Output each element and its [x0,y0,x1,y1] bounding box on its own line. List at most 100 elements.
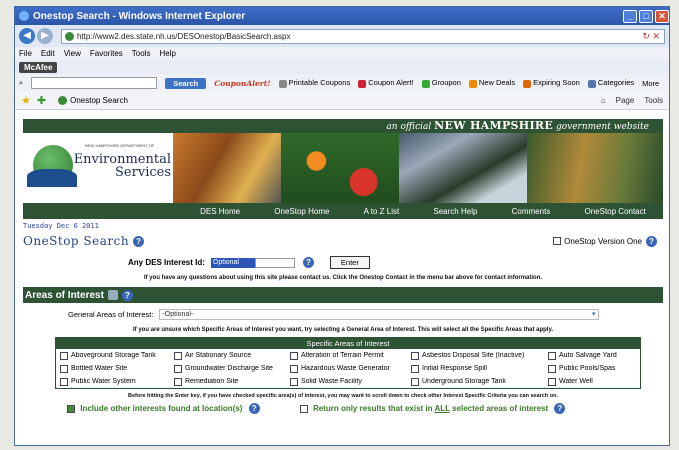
area-checkbox[interactable]: Groundwater Discharge Site [174,364,290,373]
enter-button[interactable]: Enter [329,256,370,269]
back-icon[interactable]: ◀ [19,28,35,44]
nav-des-home[interactable]: DES Home [200,207,240,216]
maximize-button[interactable]: □ [639,9,653,23]
menu-help[interactable]: Help [159,49,175,58]
help-icon[interactable]: ? [133,235,145,247]
help-icon[interactable]: ? [646,235,657,247]
forward-icon[interactable]: ▶ [37,28,53,44]
more-item[interactable]: More [642,79,659,88]
page-icon [65,31,74,41]
address-url: http://www2.des.state.nh.us/DESOnestop/B… [77,31,291,41]
nav-comments[interactable]: Comments [512,207,551,216]
return-only-checkbox[interactable] [299,404,308,413]
tools-menu[interactable]: Tools [644,96,663,105]
area-checkbox[interactable]: Underground Storage Tank [411,377,548,386]
general-areas-select[interactable]: -Optional- ▾ [159,309,600,320]
expiring-soon-item[interactable]: Expiring Soon [523,78,580,88]
include-other-option[interactable]: Include other interests found at locatio… [67,403,260,414]
page-icon [58,96,68,105]
logo-small-text: NEW HAMPSHIRE DEPARTMENT OF [85,143,155,148]
menu-bar: File Edit View Favorites Tools Help [15,47,669,60]
areas-of-interest-bar: Areas of Interest ? [23,287,663,303]
interest-id-box[interactable] [254,257,295,268]
menu-file[interactable]: File [19,49,32,58]
deals-icon [468,79,477,88]
area-checkbox[interactable]: Hazardous Waste Generator [290,364,411,373]
menu-edit[interactable]: Edit [41,49,55,58]
area-checkbox[interactable]: Asbestos Disposal Site (Inactive) [411,351,548,360]
search-options-row: Include other interests found at locatio… [67,403,663,414]
groupon-item[interactable]: Groupon [421,78,461,88]
categories-item[interactable]: Categories [587,78,634,88]
new-deals-item[interactable]: New Deals [468,78,515,88]
mcafee-button[interactable]: McAfee [19,61,58,73]
close-button[interactable]: ✕ [655,9,669,23]
current-date: Tuesday Dec 6 2011 [23,222,99,230]
nav-onestop-home[interactable]: OneStop Home [274,207,329,216]
area-checkbox[interactable]: Solid Waste Facility [290,377,411,386]
coupon-alert-item[interactable]: Coupon Alert! [358,78,414,88]
menu-favorites[interactable]: Favorites [90,49,123,58]
areas-title: Areas of Interest [25,289,104,301]
favorites-star-icon[interactable]: ★ [21,94,31,107]
return-only-option[interactable]: Return only results that exist in ALL se… [299,403,566,414]
toolbar-search-input[interactable] [31,77,158,89]
page-title: OneStop Search [23,234,130,248]
help-icon[interactable]: ? [554,403,566,414]
title-row: OneStop Search ? OneStop Version One ? [23,234,663,248]
collapse-icon[interactable] [107,290,118,300]
help-icon[interactable]: ? [121,289,133,301]
area-checkbox[interactable]: Aboveground Storage Tank [56,351,174,360]
area-checkbox[interactable]: Initial Response Spill [411,364,548,373]
area-checkbox[interactable]: Bottled Water Site [56,364,174,373]
nav-search-help[interactable]: Search Help [433,207,477,216]
area-checkbox[interactable]: Alteration of Terrain Permit [290,351,411,360]
interest-id-label: Any DES Interest Id: [128,258,205,267]
menu-tools[interactable]: Tools [132,49,151,58]
area-checkbox[interactable]: Remediation Site [174,377,290,386]
page-menu[interactable]: Page [616,96,635,105]
general-areas-row: General Areas of Interest: -Optional- ▾ [68,309,663,320]
printable-coupons-item[interactable]: Printable Coupons [278,78,350,88]
folder-icon [587,79,596,88]
grid-row: Bottled Water Site Groundwater Discharge… [56,362,640,375]
nav-onestop-contact[interactable]: OneStop Contact [584,207,645,216]
tab-onestop-search[interactable]: Onestop Search [58,96,128,105]
des-logo[interactable]: NEW HAMPSHIRE DEPARTMENT OF Environmenta… [23,133,173,203]
specific-areas-grid: Specific Areas of Interest Aboveground S… [55,337,641,389]
toolbar-search-button[interactable]: Search [165,77,207,89]
unsure-text: If you are unsure which Specific Areas o… [132,327,554,333]
alert-icon [358,79,367,88]
nh-official-banner: an official NEW HAMPSHIRE government web… [23,119,663,133]
enter-note: Before hitting the Enter key, if you hav… [128,393,558,399]
help-icon[interactable]: ? [248,403,260,414]
menu-view[interactable]: View [64,49,81,58]
minimize-button[interactable]: _ [623,9,637,23]
interest-id-input[interactable]: Optional [210,257,255,268]
site-nav: DES Home OneStop Home A to Z List Search… [23,203,663,219]
add-favorites-icon[interactable]: ✚ [37,94,46,107]
page-content: an official NEW HAMPSHIRE government web… [23,119,663,445]
general-areas-label: General Areas of Interest: [68,310,154,319]
area-checkbox[interactable]: Public Water System [56,377,174,386]
browser-window: Onestop Search - Windows Internet Explor… [14,6,670,446]
grid-row: Public Water System Remediation Site Sol… [56,375,640,388]
version-one-checkbox[interactable] [553,237,562,245]
include-other-checkbox[interactable] [67,404,75,413]
banner-photo-autumn [173,133,281,203]
help-icon[interactable]: ? [302,257,314,268]
area-checkbox[interactable]: Auto Salvage Yard [548,351,640,360]
area-checkbox[interactable]: Air Stationary Source [174,351,290,360]
coupon-toolbar: ⌕ Search CouponAlert! Printable Coupons … [15,74,669,92]
area-checkbox[interactable]: Public Pools/Spas [548,364,640,373]
chevron-down-icon: ▾ [591,311,596,318]
nav-a-to-z[interactable]: A to Z List [364,207,400,216]
address-input[interactable]: http://www2.des.state.nh.us/DESOnestop/B… [61,28,665,44]
interest-id-row: Any DES Interest Id: Optional ? Enter [128,256,663,269]
site-banner: NEW HAMPSHIRE DEPARTMENT OF Environmenta… [23,133,663,203]
area-checkbox[interactable]: Water Well [548,377,640,386]
home-icon[interactable]: ⌂ [601,96,606,105]
couponalert-logo: CouponAlert! [214,78,271,88]
refresh-stop-icons[interactable]: ↻ ✕ [642,31,664,42]
version-one-option[interactable]: OneStop Version One ? [553,235,657,247]
